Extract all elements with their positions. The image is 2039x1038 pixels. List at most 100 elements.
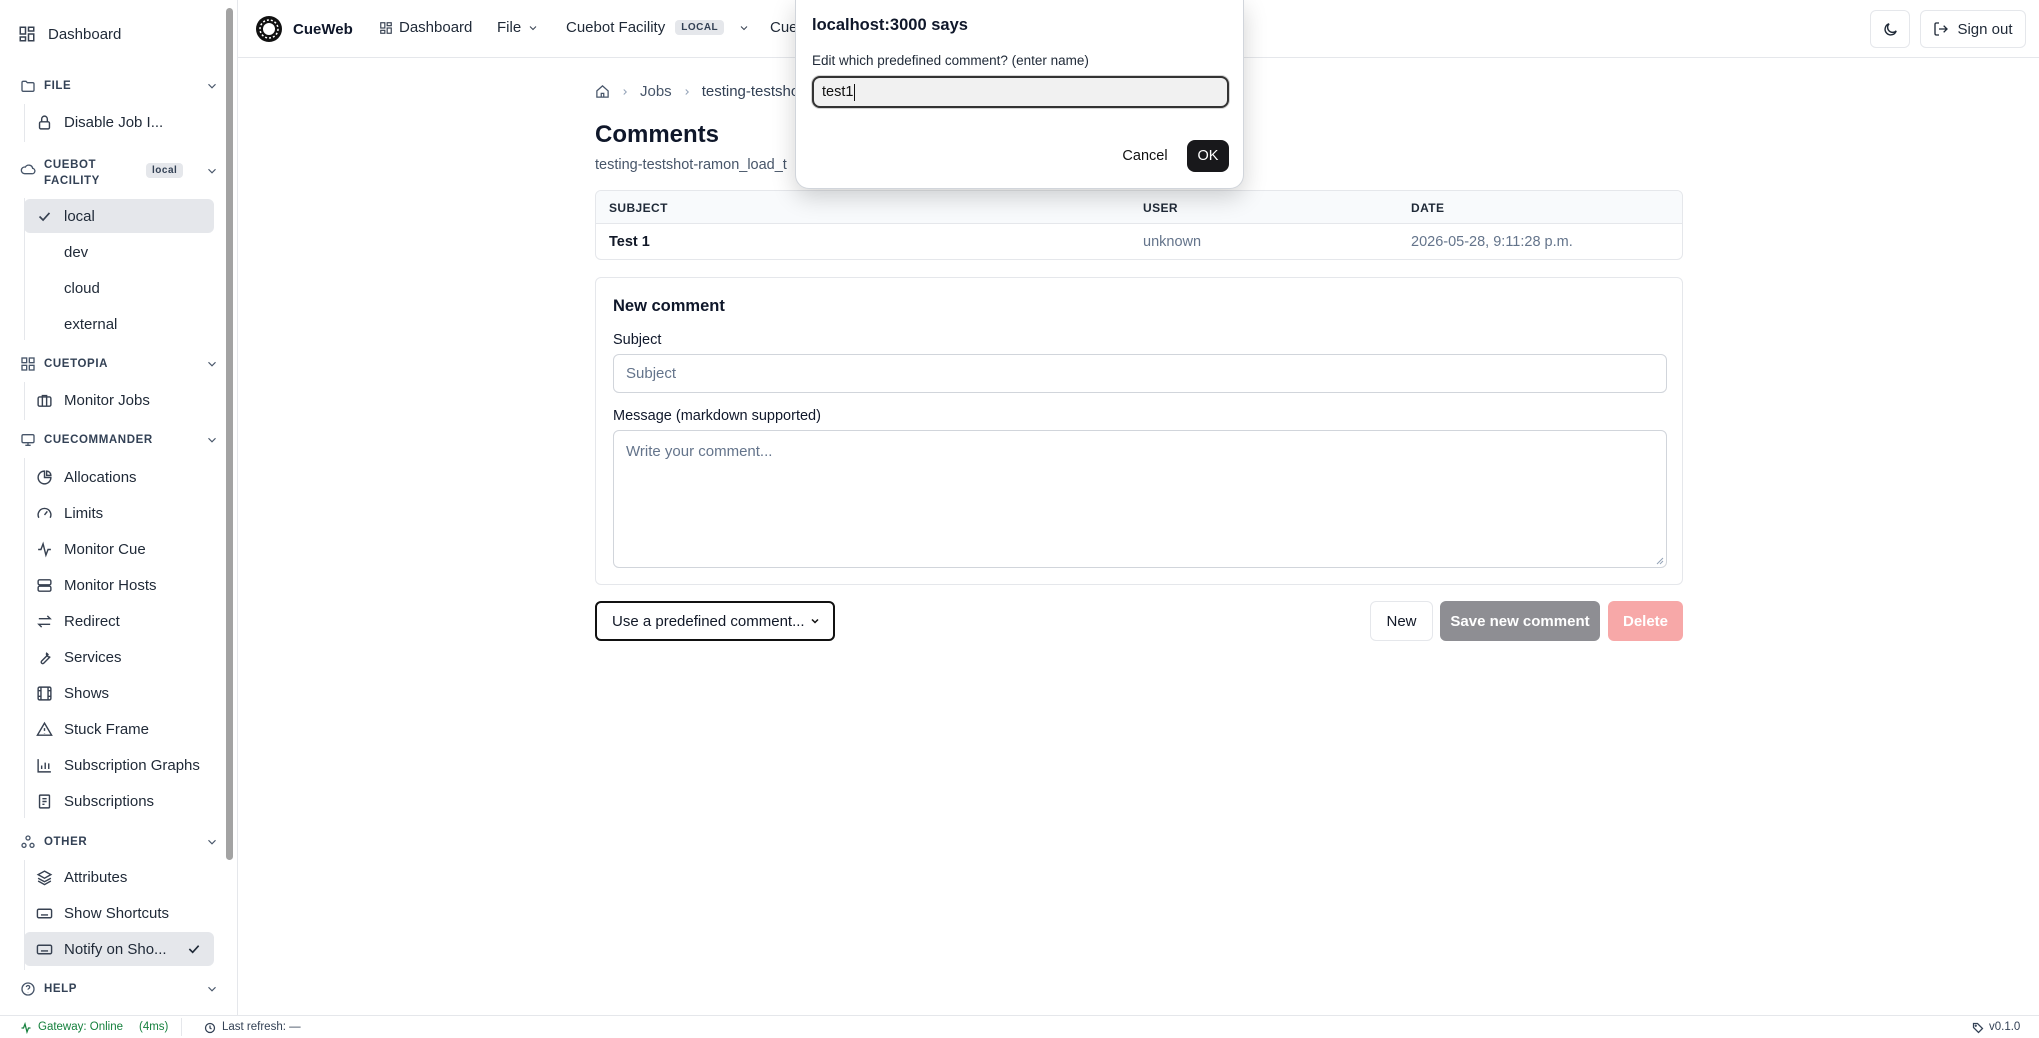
gauge-icon bbox=[37, 507, 52, 518]
predefined-comment-select[interactable]: Use a predefined comment... bbox=[595, 601, 835, 641]
receipt-icon bbox=[38, 793, 51, 809]
sidebar-item-subscriptions[interactable]: Subscriptions bbox=[24, 784, 214, 818]
sidebar-item-label: Limits bbox=[64, 504, 104, 522]
sidebar-item-label: Show Shortcuts bbox=[64, 904, 170, 922]
sidebar-item-label: Disable Job I... bbox=[64, 113, 164, 131]
home-icon[interactable] bbox=[595, 84, 610, 99]
section-cuebot-facility[interactable]: CUEBOT FACILITY bbox=[20, 156, 114, 189]
sidebar-item-disable-job[interactable]: Disable Job I... bbox=[24, 105, 214, 139]
check-icon bbox=[188, 945, 200, 954]
sign-out-button[interactable]: Sign out bbox=[1920, 10, 2026, 48]
text-cursor bbox=[854, 83, 856, 101]
cell-user: unknown bbox=[1143, 234, 1202, 250]
sidebar-item-dashboard[interactable]: Dashboard bbox=[18, 17, 121, 51]
status-bar: Gateway: Online (4ms) Last refresh: — v0… bbox=[0, 1015, 2039, 1038]
sidebar-item-subscription-graphs[interactable]: Subscription Graphs bbox=[24, 748, 214, 782]
cloud-icon bbox=[20, 164, 36, 175]
moon-icon bbox=[1883, 22, 1897, 36]
breadcrumb-job-link[interactable]: testing-testshot- bbox=[702, 83, 809, 100]
column-header-subject[interactable]: SUBJECT bbox=[609, 201, 668, 215]
delete-button[interactable]: Delete bbox=[1608, 601, 1683, 641]
section-label: OTHER bbox=[44, 836, 88, 848]
nav-file-menu[interactable]: File bbox=[497, 19, 539, 36]
nav-label: File bbox=[497, 19, 522, 36]
sidebar-item-label: cloud bbox=[64, 279, 100, 297]
sidebar-item-external[interactable]: external bbox=[24, 307, 214, 341]
sidebar-item-shows[interactable]: Shows bbox=[24, 676, 214, 710]
dialog-text-input[interactable]: test1 bbox=[812, 76, 1229, 108]
keyboard-icon bbox=[36, 944, 53, 954]
section-label: CUETOPIA bbox=[44, 358, 109, 370]
section-help[interactable]: HELP bbox=[20, 981, 77, 997]
layers-icon bbox=[36, 869, 53, 885]
gateway-status: Gateway: Online bbox=[38, 1021, 124, 1033]
app-name: CueWeb bbox=[293, 20, 353, 38]
sidebar-item-label: local bbox=[64, 207, 95, 225]
film-icon bbox=[37, 685, 52, 701]
sidebar-item-attributes[interactable]: Attributes bbox=[24, 860, 214, 894]
sidebar-item-allocations[interactable]: Allocations bbox=[24, 460, 214, 494]
subject-label: Subject bbox=[613, 332, 662, 348]
keyboard-icon bbox=[36, 908, 53, 918]
breadcrumb-jobs-link[interactable]: Jobs bbox=[640, 83, 672, 100]
nav-dashboard[interactable]: Dashboard bbox=[379, 19, 472, 36]
message-placeholder: Write your comment... bbox=[626, 443, 773, 460]
section-cuecommander[interactable]: CUECOMMANDER bbox=[20, 432, 153, 448]
subject-placeholder: Subject bbox=[626, 365, 677, 382]
sidebar-item-monitor-cue[interactable]: Monitor Cue bbox=[24, 532, 214, 566]
prompt-dialog: localhost:3000 says Edit which predefine… bbox=[795, 0, 1244, 189]
chevron-down-icon bbox=[529, 25, 537, 30]
sidebar-item-redirect[interactable]: Redirect bbox=[24, 604, 214, 638]
activity-icon bbox=[21, 1022, 31, 1034]
section-other[interactable]: OTHER bbox=[20, 834, 87, 850]
sidebar-item-notify-on-show[interactable]: Notify on Sho... bbox=[24, 932, 214, 966]
app-version: v0.1.0 bbox=[1989, 1021, 2021, 1033]
sidebar-item-label: Monitor Hosts bbox=[64, 576, 157, 594]
pie-chart-icon bbox=[37, 469, 52, 485]
dialog-cancel-button[interactable]: Cancel bbox=[1115, 140, 1175, 172]
nav-cue-menu[interactable]: Cue bbox=[770, 19, 798, 36]
button-label: OK bbox=[1197, 148, 1219, 164]
column-header-user[interactable]: USER bbox=[1143, 201, 1178, 215]
new-button[interactable]: New bbox=[1370, 601, 1433, 641]
subject-input[interactable]: Subject bbox=[613, 354, 1667, 393]
nav-facility-menu[interactable]: Cuebot Facility LOCAL bbox=[566, 19, 750, 36]
sidebar-scrollbar[interactable] bbox=[226, 8, 233, 860]
section-file[interactable]: FILE bbox=[20, 78, 71, 94]
sidebar-item-dev[interactable]: dev bbox=[24, 235, 214, 269]
sidebar-item-stuck-frame[interactable]: Stuck Frame bbox=[24, 712, 214, 746]
bar-chart-icon bbox=[37, 758, 51, 773]
cueweb-logo-icon bbox=[256, 16, 282, 42]
theme-toggle-button[interactable] bbox=[1870, 10, 1910, 48]
chevron-down-icon[interactable] bbox=[205, 982, 219, 996]
button-label: New bbox=[1386, 612, 1417, 630]
chevron-down-icon[interactable] bbox=[205, 79, 219, 93]
resize-handle-icon[interactable] bbox=[1656, 557, 1664, 565]
column-header-date[interactable]: DATE bbox=[1411, 201, 1444, 215]
sidebar-item-monitor-hosts[interactable]: Monitor Hosts bbox=[24, 568, 214, 602]
app-logo[interactable]: CueWeb bbox=[255, 15, 353, 43]
sidebar-item-limits[interactable]: Limits bbox=[24, 496, 214, 530]
sidebar-item-cloud[interactable]: cloud bbox=[24, 271, 214, 305]
sidebar-item-label: external bbox=[64, 315, 118, 333]
sidebar-item-show-shortcuts[interactable]: Show Shortcuts bbox=[24, 896, 214, 930]
cell-subject: Test 1 bbox=[609, 234, 650, 250]
last-refresh: Last refresh: — bbox=[222, 1021, 301, 1033]
sidebar-item-label: Monitor Jobs bbox=[64, 391, 150, 409]
chevron-down-icon[interactable] bbox=[205, 164, 219, 178]
sidebar-item-monitor-jobs[interactable]: Monitor Jobs bbox=[24, 383, 214, 417]
chevron-down-icon[interactable] bbox=[205, 835, 219, 849]
chevron-down-icon[interactable] bbox=[205, 357, 219, 371]
dialog-title: localhost:3000 says bbox=[812, 16, 968, 34]
chevron-down-icon[interactable] bbox=[205, 433, 219, 447]
dialog-ok-button[interactable]: OK bbox=[1187, 140, 1229, 172]
sidebar-item-label: Notify on Sho... bbox=[64, 940, 167, 958]
sidebar-item-label: dev bbox=[64, 243, 89, 261]
table-row[interactable]: Test 1 unknown 2026-05-28, 9:11:28 p.m. bbox=[596, 224, 1682, 259]
section-cuetopia[interactable]: CUETOPIA bbox=[20, 356, 108, 372]
message-textarea[interactable]: Write your comment... bbox=[613, 430, 1667, 568]
save-new-comment-button[interactable]: Save new comment bbox=[1440, 601, 1600, 641]
sidebar-item-services[interactable]: Services bbox=[24, 640, 214, 674]
sidebar-item-label: Monitor Cue bbox=[64, 540, 146, 558]
sidebar-item-local[interactable]: local bbox=[24, 199, 214, 233]
